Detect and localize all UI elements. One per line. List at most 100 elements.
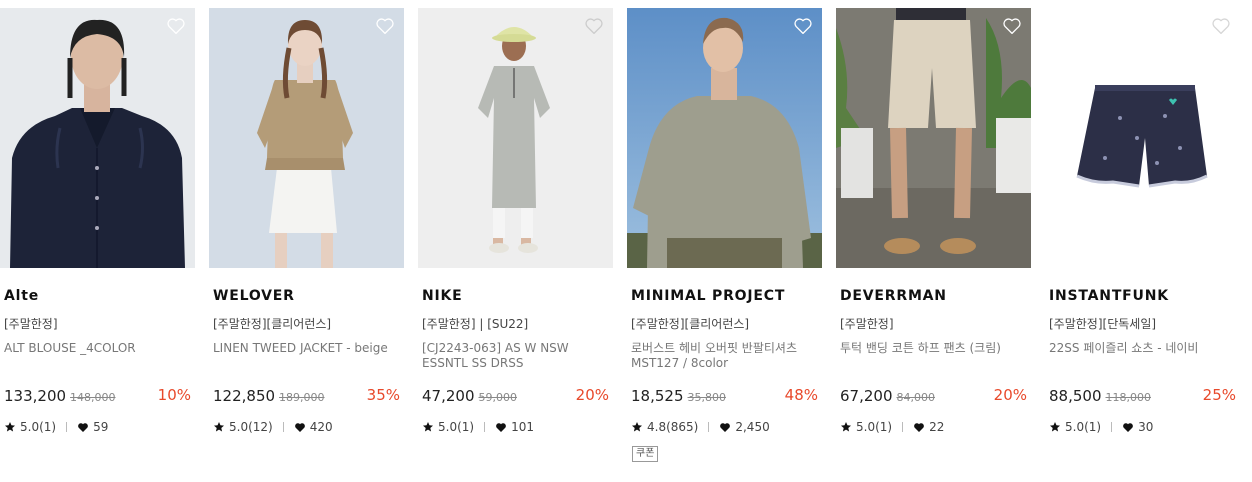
discount-rate: 35%	[366, 386, 400, 404]
product-name[interactable]: LINEN TWEED JACKET - beige	[213, 341, 401, 356]
price-row: 133,200 148,000 10%	[4, 386, 191, 406]
product-grid: Alte [주말한정] ALT BLOUSE _4COLOR 133,200 14…	[0, 0, 1252, 482]
sale-price: 67,200	[840, 387, 893, 405]
star-icon	[632, 422, 642, 432]
product-name[interactable]: [CJ2243-063] AS W NSW ESSNTL SS DRSS	[422, 341, 610, 371]
like-count: 30	[1138, 420, 1154, 434]
product-tag: [주말한정] | [SU22]	[422, 317, 529, 331]
brand-name[interactable]: MINIMAL PROJECT	[631, 288, 785, 304]
discount-rate: 25%	[1202, 386, 1236, 404]
heart-outline-icon	[1003, 18, 1021, 35]
product-card[interactable]: DEVERRMAN [주말한정] 투턱 밴딩 코튼 하프 팬츠 (크림) 67,…	[836, 8, 1031, 434]
original-price: 189,000	[279, 391, 325, 404]
original-price: 118,000	[1105, 391, 1152, 404]
divider	[66, 422, 68, 432]
rating: 5.0(12)	[229, 420, 273, 434]
product-tag: [주말한정]	[840, 317, 894, 331]
wishlist-button[interactable]	[1002, 16, 1022, 36]
star-icon	[841, 422, 851, 432]
product-meta: 5.0(12) 420	[213, 420, 333, 434]
price-row: 67,200 84,000 20%	[840, 386, 1027, 406]
heart-filled-icon	[294, 422, 305, 432]
price-row: 88,500 118,000 25%	[1049, 386, 1236, 406]
heart-filled-icon	[496, 422, 506, 432]
product-image[interactable]	[0, 8, 195, 268]
brand-name[interactable]: INSTANTFUNK	[1049, 288, 1169, 304]
product-image[interactable]	[209, 8, 404, 268]
divider	[1111, 422, 1113, 432]
like-count: 22	[929, 420, 945, 434]
star-icon	[1050, 422, 1060, 432]
wishlist-button[interactable]	[584, 16, 604, 36]
divider	[484, 422, 486, 432]
product-card[interactable]: WELOVER [주말한정][클리어런스] LINEN TWEED JACKET…	[209, 8, 404, 434]
brand-name[interactable]: Alte	[4, 288, 39, 304]
product-card[interactable]: Alte [주말한정] ALT BLOUSE _4COLOR 133,200 14…	[0, 8, 195, 434]
price-row: 18,525 35,800 48%	[631, 386, 818, 406]
product-card[interactable]: NIKE [주말한정] | [SU22] [CJ2243-063] AS W N…	[418, 8, 613, 434]
price-row: 122,850 189,000 35%	[213, 386, 400, 406]
product-image[interactable]	[836, 8, 1031, 268]
original-price: 148,000	[70, 391, 116, 404]
product-image[interactable]	[627, 8, 822, 268]
like-count: 2,450	[735, 420, 770, 434]
rating: 5.0(1)	[20, 420, 57, 434]
coupon-badge: 쿠폰	[632, 446, 659, 462]
product-tag: [주말한정][클리어런스]	[631, 317, 750, 331]
product-tag: [주말한정][클리어런스]	[213, 317, 332, 331]
discount-rate: 48%	[784, 386, 818, 404]
product-meta: 5.0(1) 30	[1049, 420, 1153, 434]
product-card[interactable]: MINIMAL PROJECT [주말한정][클리어런스] 로버스트 헤비 오버…	[627, 8, 822, 462]
product-image[interactable]	[1045, 8, 1240, 268]
heart-outline-icon	[585, 18, 603, 35]
price-row: 47,200 59,000 20%	[422, 386, 609, 406]
discount-rate: 20%	[993, 386, 1027, 404]
product-meta: 4.8(865) 2,450	[631, 420, 770, 434]
product-meta: 5.0(1) 59	[4, 420, 108, 434]
heart-outline-icon	[376, 18, 394, 35]
wishlist-button[interactable]	[166, 16, 186, 36]
divider	[282, 422, 284, 432]
heart-outline-icon	[1212, 18, 1230, 35]
product-image[interactable]	[418, 8, 613, 268]
rating: 5.0(1)	[1065, 420, 1102, 434]
rating: 5.0(1)	[438, 420, 475, 434]
divider	[708, 422, 710, 432]
sale-price: 18,525	[631, 387, 684, 405]
original-price: 84,000	[896, 391, 936, 404]
brand-name[interactable]: NIKE	[422, 288, 463, 304]
product-name[interactable]: 투턱 밴딩 코튼 하프 팬츠 (크림)	[840, 341, 1028, 356]
heart-filled-icon	[914, 422, 924, 432]
wishlist-button[interactable]	[375, 16, 395, 36]
product-name[interactable]: 로버스트 헤비 오버핏 반팔티셔츠 MST127 / 8color	[631, 341, 819, 371]
star-icon	[214, 422, 224, 432]
product-meta: 5.0(1) 22	[840, 420, 944, 434]
sale-price: 47,200	[422, 387, 475, 405]
brand-name[interactable]: WELOVER	[213, 288, 295, 304]
heart-filled-icon	[78, 422, 88, 432]
like-count: 59	[93, 420, 109, 434]
product-card[interactable]: INSTANTFUNK [주말한정][단독세일] 22SS 페이즐리 쇼츠 - …	[1045, 8, 1240, 434]
product-name[interactable]: ALT BLOUSE _4COLOR	[4, 341, 192, 356]
original-price: 59,000	[478, 391, 518, 404]
original-price: 35,800	[687, 391, 727, 404]
sale-price: 133,200	[4, 387, 67, 405]
sale-price: 88,500	[1049, 387, 1102, 405]
heart-outline-icon	[794, 18, 812, 35]
product-name[interactable]: 22SS 페이즐리 쇼츠 - 네이비	[1049, 341, 1237, 356]
product-tag: [주말한정]	[4, 317, 58, 331]
wishlist-button[interactable]	[1211, 16, 1231, 36]
heart-filled-icon	[1123, 422, 1133, 432]
wishlist-button[interactable]	[793, 16, 813, 36]
like-count: 420	[309, 420, 333, 434]
product-tag: [주말한정][단독세일]	[1049, 317, 1157, 331]
product-meta: 5.0(1) 101	[422, 420, 534, 434]
brand-name[interactable]: DEVERRMAN	[840, 288, 947, 304]
rating: 4.8(865)	[647, 420, 699, 434]
rating: 5.0(1)	[856, 420, 893, 434]
heart-outline-icon	[167, 18, 185, 35]
discount-rate: 10%	[157, 386, 191, 404]
star-icon	[5, 422, 15, 432]
discount-rate: 20%	[575, 386, 609, 404]
sale-price: 122,850	[213, 387, 276, 405]
